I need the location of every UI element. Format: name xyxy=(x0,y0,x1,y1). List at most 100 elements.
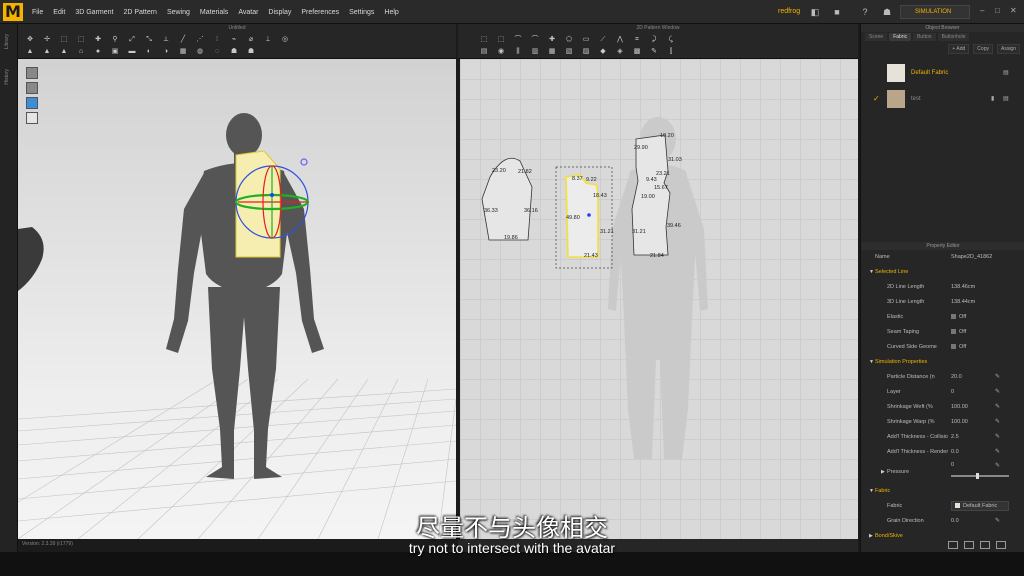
seam-allowance-icon[interactable]: ▩ xyxy=(633,48,641,56)
menu-3d-garment[interactable]: 3D Garment xyxy=(75,9,113,16)
copy-button[interactable]: Copy xyxy=(973,44,993,54)
avatar-view-icon[interactable]: ☗ xyxy=(247,48,255,56)
menu-avatar[interactable]: Avatar xyxy=(238,9,258,16)
curved-checkbox[interactable]: Off xyxy=(951,344,966,350)
tab-buttonhole[interactable]: Buttonhole xyxy=(937,33,970,41)
strap-icon[interactable]: ⌁ xyxy=(230,36,238,44)
strain-icon[interactable]: ◐ xyxy=(145,48,153,56)
section-simulation[interactable]: ▼ Simulation Properties xyxy=(861,355,1024,370)
avatar-icon[interactable]: ☗ xyxy=(882,7,892,17)
measure-2d-icon[interactable]: ⫿ xyxy=(667,48,675,56)
notch-icon[interactable]: ◆ xyxy=(599,48,607,56)
menu-sewing[interactable]: Sewing xyxy=(167,9,190,16)
prop-value[interactable]: 0.0 xyxy=(951,449,959,455)
select-mesh-icon[interactable]: ⬚ xyxy=(60,36,68,44)
edit-point-icon[interactable]: ⬚ xyxy=(497,36,505,44)
curvature-icon[interactable]: ⌒ xyxy=(531,36,539,44)
edit-icon[interactable]: ✎ xyxy=(995,433,1000,440)
flat-icon[interactable]: ▬ xyxy=(128,48,136,56)
measure-icon[interactable]: ⟂ xyxy=(162,36,170,44)
simulation-toggle[interactable]: SIMULATION xyxy=(900,5,970,19)
tab-button[interactable]: Button xyxy=(913,33,936,41)
tack-icon[interactable]: ✚ xyxy=(94,36,102,44)
shirt-front-icon[interactable]: ▲ xyxy=(43,48,51,56)
prop-value[interactable]: 20.0 xyxy=(951,374,962,380)
fabric-item[interactable]: Default Fabric ▤ xyxy=(861,62,1024,86)
username[interactable]: redfrog xyxy=(778,8,800,15)
menu-materials[interactable]: Materials xyxy=(200,9,228,16)
seam-taping-checkbox[interactable]: Off xyxy=(951,329,966,335)
viewport-2d[interactable]: 23.20 21.82 36.33 36.16 19.86 8.37 9.22 … xyxy=(460,59,858,539)
shirt-back-icon[interactable]: ▲ xyxy=(60,48,68,56)
rectangle-icon[interactable]: ▭ xyxy=(582,36,590,44)
edit-icon[interactable]: ✎ xyxy=(995,418,1000,425)
fabric-options-icon[interactable]: ▤ xyxy=(1003,69,1009,76)
delete-icon[interactable]: ▮ xyxy=(991,95,994,102)
polygon-icon[interactable]: ⬠ xyxy=(565,36,573,44)
help-icon[interactable]: ? xyxy=(860,7,870,17)
minimize-icon[interactable]: – xyxy=(980,6,984,15)
transform-icon[interactable]: ⬚ xyxy=(77,36,85,44)
shirt-icon[interactable]: ▲ xyxy=(26,48,34,56)
skin-icon[interactable]: ◍ xyxy=(196,48,204,56)
edit-icon[interactable]: ✎ xyxy=(995,403,1000,410)
body-icon[interactable]: ☗ xyxy=(230,48,238,56)
tape-icon[interactable]: ◎ xyxy=(281,36,289,44)
texture-icon[interactable]: ◑ xyxy=(162,48,170,56)
edit-icon[interactable]: ✎ xyxy=(995,373,1000,380)
menu-display[interactable]: Display xyxy=(268,9,291,16)
line-icon[interactable]: ╱ xyxy=(179,36,187,44)
menu-help[interactable]: Help xyxy=(384,9,398,16)
video-icon[interactable]: ■ xyxy=(832,7,842,17)
arrange-icon[interactable]: ⋰ xyxy=(196,36,204,44)
avatar-measure-icon[interactable]: ⌀ xyxy=(247,36,255,44)
section-selected-line[interactable]: ▼ Selected Line xyxy=(861,265,1024,280)
pleat-icon[interactable]: ⫼ xyxy=(514,48,522,56)
tab-fabric[interactable]: Fabric xyxy=(889,33,912,41)
add-button[interactable]: + Add xyxy=(948,44,970,54)
edit-pattern-icon[interactable]: ⬚ xyxy=(480,36,488,44)
pin-icon[interactable]: ⚲ xyxy=(111,36,119,44)
menu-settings[interactable]: Settings xyxy=(349,9,374,16)
annotation-icon[interactable]: ✎ xyxy=(650,48,658,56)
edit-icon[interactable]: ✎ xyxy=(995,388,1000,395)
fold-2d-icon[interactable]: ▥ xyxy=(531,48,539,56)
app-logo[interactable]: M xyxy=(3,3,23,21)
viewport-3d[interactable] xyxy=(18,59,456,539)
select-icon[interactable]: ✥ xyxy=(26,36,34,44)
sym-icon[interactable]: ▦ xyxy=(548,48,556,56)
box-icon[interactable]: ▣ xyxy=(111,48,119,56)
close-icon[interactable]: ✕ xyxy=(1010,6,1017,15)
maximize-icon[interactable]: □ xyxy=(995,6,1000,15)
edit-icon[interactable]: ✎ xyxy=(995,448,1000,455)
mesh-icon[interactable]: ▦ xyxy=(179,48,187,56)
section-fabric[interactable]: ▼ Fabric xyxy=(861,484,1024,499)
trace-icon[interactable]: ⌗ xyxy=(633,36,641,44)
zip-icon[interactable]: ⦙ xyxy=(213,36,221,44)
prop-value[interactable]: 100.00 xyxy=(951,404,968,410)
grain-icon[interactable]: ▧ xyxy=(565,48,573,56)
hanger-icon[interactable]: ⌂ xyxy=(77,48,85,56)
edit-curve-icon[interactable]: ⌒ xyxy=(514,36,522,44)
move-icon[interactable]: ✢ xyxy=(43,36,51,44)
menu-2d-pattern[interactable]: 2D Pattern xyxy=(123,9,156,16)
fold-edge-icon[interactable]: ⤡ xyxy=(145,36,153,44)
prop-value[interactable]: 100.00 xyxy=(951,419,968,425)
prop-value[interactable]: 2.5 xyxy=(951,434,959,440)
segment-sewing-icon[interactable]: ⤸ xyxy=(650,36,658,44)
tab-history[interactable]: History xyxy=(4,69,10,85)
ruler-2d-icon[interactable]: ▨ xyxy=(582,48,590,56)
slider-knob[interactable] xyxy=(975,473,979,479)
menu-preferences[interactable]: Preferences xyxy=(301,9,339,16)
prop-value[interactable]: 138.46cm xyxy=(951,284,975,290)
arrange-2d-icon[interactable]: ▤ xyxy=(480,48,488,56)
prop-value[interactable]: Shape2D_41862 xyxy=(951,254,992,260)
fabric-options-icon[interactable]: ▤ xyxy=(1003,95,1009,102)
tab-library[interactable]: Library xyxy=(4,34,10,49)
fold-icon[interactable]: ⤢ xyxy=(128,36,136,44)
button-icon[interactable]: ◉ xyxy=(497,48,505,56)
add-point-icon[interactable]: ✚ xyxy=(548,36,556,44)
menu-file[interactable]: File xyxy=(32,9,43,16)
tab-scene[interactable]: Scene xyxy=(865,33,888,41)
fabric-item[interactable]: ✓ test ▮ ▤ xyxy=(861,88,1024,112)
